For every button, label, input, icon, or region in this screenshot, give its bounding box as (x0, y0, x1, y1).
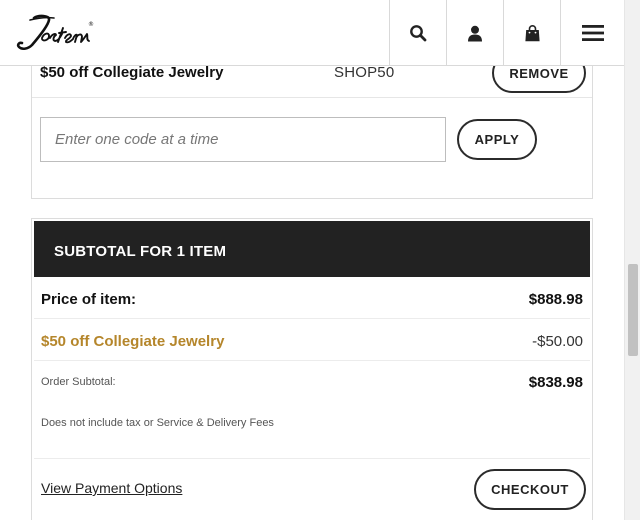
menu-icon (581, 24, 604, 42)
account-icon (467, 25, 483, 42)
jostens-logo[interactable]: ® (16, 12, 94, 54)
applied-promo-code: SHOP50 (334, 64, 395, 81)
cart-icon (524, 24, 540, 42)
price-of-item-value: $888.98 (528, 291, 583, 308)
order-subtotal-value: $838.98 (528, 374, 583, 391)
search-icon (409, 24, 427, 42)
svg-text:®: ® (88, 21, 94, 28)
cart-button[interactable] (503, 0, 560, 66)
apply-promo-button[interactable]: APPLY (457, 119, 537, 160)
subtotal-panel: SUBTOTAL FOR 1 ITEM Price of item: $888.… (31, 218, 593, 520)
checkout-button[interactable]: CHECKOUT (474, 469, 586, 510)
order-subtotal-label: Order Subtotal: (41, 376, 116, 388)
subtotal-header: SUBTOTAL FOR 1 ITEM (34, 221, 590, 277)
price-of-item-label: Price of item: (41, 291, 137, 308)
account-button[interactable] (446, 0, 503, 66)
subtotal-title: SUBTOTAL FOR 1 ITEM (54, 243, 227, 260)
scrollbar-thumb[interactable] (628, 264, 638, 356)
promo-code-input[interactable] (40, 117, 446, 162)
discount-label: $50 off Collegiate Jewelry (41, 333, 225, 350)
divider (34, 318, 590, 319)
page-scrollbar[interactable] (624, 0, 640, 520)
applied-promo-name: $50 off Collegiate Jewelry (40, 64, 224, 81)
menu-button[interactable] (560, 0, 624, 66)
view-payment-options-link[interactable]: View Payment Options (41, 480, 182, 496)
divider (34, 360, 590, 361)
search-button[interactable] (389, 0, 446, 66)
discount-value: -$50.00 (532, 333, 583, 350)
site-header: ® (0, 0, 624, 66)
divider (34, 458, 590, 459)
tax-fees-note: Does not include tax or Service & Delive… (41, 417, 274, 429)
